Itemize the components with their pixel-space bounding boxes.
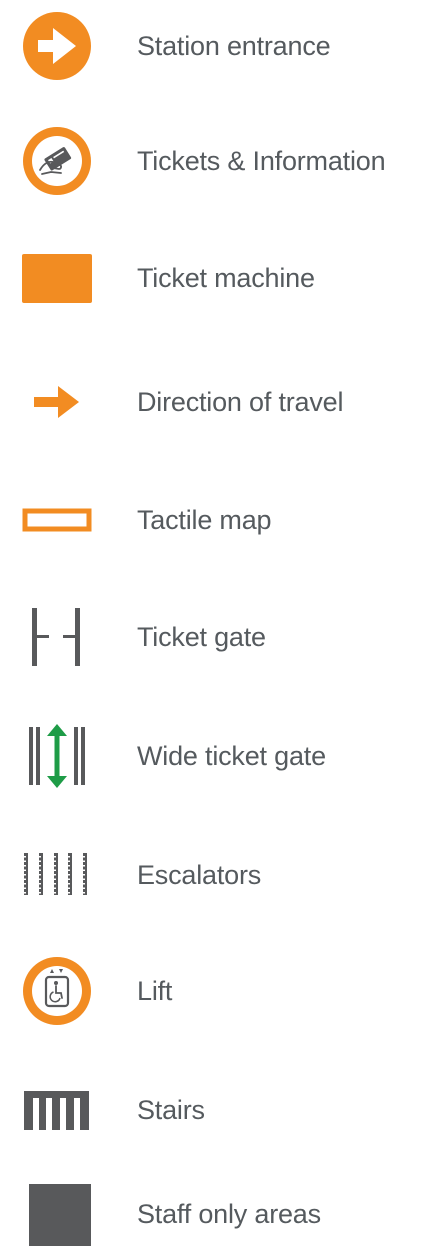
staff-only-areas-icon [16, 1174, 104, 1254]
lift-icon [16, 951, 104, 1031]
legend-label: Direction of travel [137, 387, 344, 417]
stairs-icon [16, 1070, 104, 1150]
legend-item-tactile-map: Tactile map [0, 480, 431, 560]
legend-item-ticket-gate: Ticket gate [0, 597, 431, 677]
legend-item-wide-ticket-gate: Wide ticket gate [0, 716, 431, 796]
legend-label: Ticket machine [137, 263, 315, 293]
legend-item-escalators: Escalators [0, 835, 431, 915]
escalators-icon [16, 835, 104, 915]
station-map-legend: Station entrance Tickets & Information T… [0, 0, 431, 1254]
station-entrance-icon [16, 6, 104, 86]
ticket-gate-icon [16, 597, 104, 677]
legend-label: Escalators [137, 860, 262, 890]
legend-label: Ticket gate [137, 622, 266, 652]
legend-item-staff-only-areas: Staff only areas [0, 1174, 431, 1254]
direction-of-travel-icon [16, 362, 104, 442]
legend-label: Tactile map [137, 505, 272, 535]
legend-item-tickets-information: Tickets & Information [0, 121, 431, 201]
legend-label: Lift [137, 976, 173, 1006]
legend-label: Tickets & Information [137, 146, 386, 176]
legend-label: Staff only areas [137, 1199, 321, 1229]
legend-label: Station entrance [137, 31, 331, 61]
ticket-machine-icon [16, 238, 104, 318]
tickets-information-icon [16, 121, 104, 201]
legend-item-stairs: Stairs [0, 1070, 431, 1150]
wide-ticket-gate-icon [16, 716, 104, 796]
legend-item-station-entrance: Station entrance [0, 6, 431, 86]
tactile-map-icon [16, 480, 104, 560]
legend-item-ticket-machine: Ticket machine [0, 238, 431, 318]
legend-item-direction-of-travel: Direction of travel [0, 362, 431, 442]
legend-label: Stairs [137, 1095, 205, 1125]
legend-label: Wide ticket gate [137, 741, 326, 771]
legend-item-lift: Lift [0, 951, 431, 1031]
